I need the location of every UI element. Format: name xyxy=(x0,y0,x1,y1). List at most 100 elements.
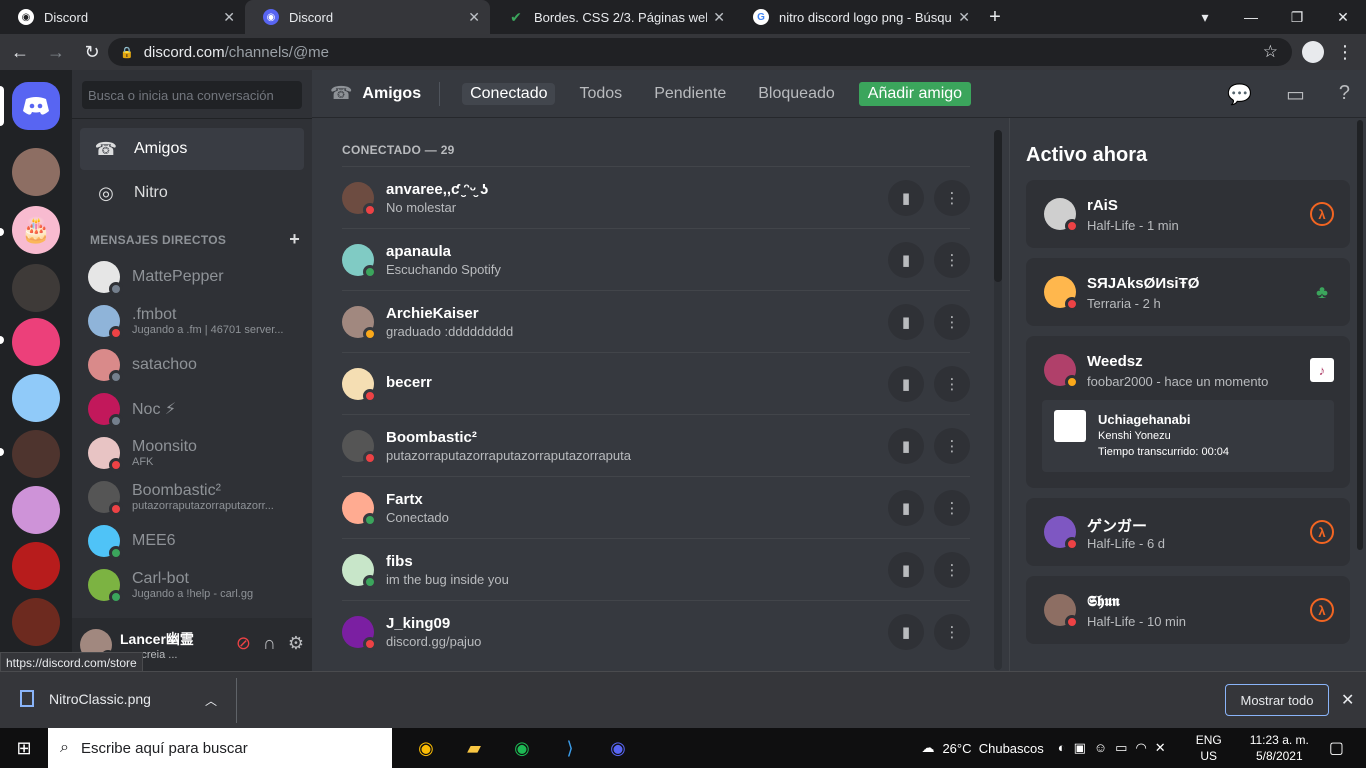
cake-server-icon[interactable]: 🎂 xyxy=(12,206,60,254)
message-button[interactable]: ▮ xyxy=(888,304,924,340)
friend-row[interactable]: Boombastic² putazorraputazorraputazorrapu… xyxy=(342,414,970,476)
dm-item[interactable]: .fmbot Jugando a .fm | 46701 server... xyxy=(80,300,304,342)
close-tab-icon[interactable]: ✕ xyxy=(958,9,970,26)
dm-item[interactable]: MattePepper xyxy=(80,256,304,298)
discord-app-icon[interactable]: ◉ xyxy=(594,728,642,768)
close-tab-icon[interactable]: ✕ xyxy=(223,9,235,26)
close-window-button[interactable]: ✕ xyxy=(1320,0,1366,34)
back-button[interactable]: ← xyxy=(4,36,36,68)
more-options-button[interactable]: ⋮ xyxy=(934,366,970,402)
friend-row[interactable]: fibs im the bug inside you ▮ ⋮ xyxy=(342,538,970,600)
message-button[interactable]: ▮ xyxy=(888,366,924,402)
activity-card[interactable]: ゲンガー Half-Life - 6 d λ xyxy=(1026,498,1350,566)
close-tab-icon[interactable]: ✕ xyxy=(468,9,480,26)
more-options-button[interactable]: ⋮ xyxy=(934,428,970,464)
browser-tab-css[interactable]: ✔ Bordes. CSS 2/3. Páginas web HT ✕ xyxy=(490,0,735,34)
friend-row[interactable]: Fartx Conectado ▮ ⋮ xyxy=(342,476,970,538)
dm-item[interactable]: Boombastic² putazorraputazorraputazorr... xyxy=(80,476,304,518)
inbox-icon[interactable]: ▭ xyxy=(1286,82,1305,107)
dm-item[interactable]: Noc ⚡ xyxy=(80,388,304,430)
file-explorer-icon[interactable]: ▰ xyxy=(450,728,498,768)
headphones-icon[interactable]: ∩ xyxy=(263,633,276,654)
download-item[interactable]: NitroClassic.png xyxy=(20,690,151,707)
friend-row[interactable]: anvaree,,ƈ ̮ᵔᵕ̮ ʖ No molestar ▮ ⋮ xyxy=(342,166,970,228)
tab-search-icon[interactable]: ▾ xyxy=(1182,0,1228,34)
activity-card[interactable]: 𝕾𝖍𝖚𝖓 Half-Life - 10 min λ xyxy=(1026,576,1350,644)
more-options-button[interactable]: ⋮ xyxy=(934,490,970,526)
friend-row[interactable]: J_king09 discord.gg/pajuo ▮ ⋮ xyxy=(342,600,970,662)
active-now-scrollbar[interactable] xyxy=(1357,120,1363,550)
chevron-up-icon[interactable]: ︿ xyxy=(205,692,217,709)
message-button[interactable]: ▮ xyxy=(888,242,924,278)
server-icon[interactable] xyxy=(12,542,60,590)
notifications-icon[interactable]: ▢ xyxy=(1329,738,1344,758)
dm-item[interactable]: Moonsito AFK xyxy=(80,432,304,474)
browser-tab-google[interactable]: G nitro discord logo png - Búsqueda ✕ xyxy=(735,0,980,34)
dm-item[interactable]: MEE6 xyxy=(80,520,304,562)
new-tab-button[interactable]: + xyxy=(980,0,1010,34)
server-icon[interactable] xyxy=(12,264,60,312)
browser-menu-icon[interactable]: ⋮ xyxy=(1336,42,1354,63)
activity-card[interactable]: rAiS Half-Life - 1 min λ xyxy=(1026,180,1350,248)
minimize-button[interactable]: — xyxy=(1228,0,1274,34)
weather-text[interactable]: 26°C Chubascos xyxy=(942,741,1043,756)
tab-online[interactable]: Conectado xyxy=(462,82,556,105)
activity-card[interactable]: Weedsz foobar2000 - hace un momento ♪ Uchia… xyxy=(1026,336,1350,488)
message-button[interactable]: ▮ xyxy=(888,552,924,588)
more-options-button[interactable]: ⋮ xyxy=(934,180,970,216)
settings-gear-icon[interactable]: ⚙ xyxy=(288,633,304,654)
message-button[interactable]: ▮ xyxy=(888,428,924,464)
home-button[interactable] xyxy=(12,82,60,130)
message-button[interactable]: ▮ xyxy=(888,490,924,526)
server-icon[interactable] xyxy=(12,148,60,196)
url-field[interactable]: 🔒 discord.com/channels/@me ☆ xyxy=(108,38,1292,66)
language-indicator[interactable]: ENG US xyxy=(1196,732,1222,764)
browser-tab-discord-1[interactable]: ◉ Discord ✕ xyxy=(0,0,245,34)
restore-button[interactable]: ❐ xyxy=(1274,0,1320,34)
more-options-button[interactable]: ⋮ xyxy=(934,552,970,588)
server-icon[interactable] xyxy=(12,598,60,646)
profile-avatar[interactable] xyxy=(1302,41,1324,63)
forward-button[interactable]: → xyxy=(40,36,72,68)
tab-all[interactable]: Todos xyxy=(571,83,630,105)
bookmark-star-icon[interactable]: ☆ xyxy=(1263,42,1278,62)
new-group-dm-icon[interactable]: 💬 xyxy=(1227,82,1252,107)
vscode-icon[interactable]: ⟩ xyxy=(546,728,594,768)
more-options-button[interactable]: ⋮ xyxy=(934,614,970,650)
close-icon[interactable]: ✕ xyxy=(1341,690,1354,710)
taskbar-search[interactable]: ⌕ Escribe aquí para buscar xyxy=(48,728,392,768)
more-options-button[interactable]: ⋮ xyxy=(934,304,970,340)
server-icon[interactable] xyxy=(12,430,60,478)
friend-row[interactable]: becerr ▮ ⋮ xyxy=(342,352,970,414)
friend-row[interactable]: ArchieKaiser graduado :ddddddddd ▮ ⋮ xyxy=(342,290,970,352)
tab-pending[interactable]: Pendiente xyxy=(646,83,734,105)
dm-item[interactable]: satachoo xyxy=(80,344,304,386)
create-dm-icon[interactable]: + xyxy=(289,229,300,250)
nav-nitro[interactable]: ◎ Nitro xyxy=(80,172,304,214)
tray-icons[interactable]: ◐▣☺▭◠✕ xyxy=(1058,740,1174,756)
windows-start-icon[interactable]: ⊞ xyxy=(0,728,48,768)
show-all-button[interactable]: Mostrar todo xyxy=(1225,684,1329,716)
spotify-icon[interactable]: ◉ xyxy=(498,728,546,768)
more-options-button[interactable]: ⋮ xyxy=(934,242,970,278)
clock[interactable]: 11:23 a. m. 5/8/2021 xyxy=(1250,732,1309,764)
close-tab-icon[interactable]: ✕ xyxy=(713,9,725,26)
help-icon[interactable]: ? xyxy=(1339,82,1350,107)
tab-blocked[interactable]: Bloqueado xyxy=(750,83,843,105)
dm-item[interactable]: Carl-bot Jugando a !help - carl.gg xyxy=(80,564,304,606)
server-icon[interactable] xyxy=(12,486,60,534)
server-icon[interactable] xyxy=(12,318,60,366)
browser-tab-discord-2[interactable]: ◉ Discord ✕ xyxy=(245,0,490,34)
message-button[interactable]: ▮ xyxy=(888,180,924,216)
message-button[interactable]: ▮ xyxy=(888,614,924,650)
friends-scroll-thumb[interactable] xyxy=(994,130,1002,282)
search-input[interactable]: Busca o inicia una conversación xyxy=(82,81,302,109)
reload-button[interactable]: ↻ xyxy=(76,36,108,68)
server-icon[interactable] xyxy=(12,374,60,422)
mute-mic-icon[interactable]: ⊘ xyxy=(236,633,251,654)
nav-friends[interactable]: ☎ Amigos xyxy=(80,128,304,170)
add-friend-button[interactable]: Añadir amigo xyxy=(858,81,972,106)
friend-row[interactable]: apanaula Escuchando Spotify ▮ ⋮ xyxy=(342,228,970,290)
activity-card[interactable]: SЯJAksØИsiŦØ Terraria - 2 h ♣ xyxy=(1026,258,1350,326)
chrome-icon[interactable]: ◉ xyxy=(402,728,450,768)
